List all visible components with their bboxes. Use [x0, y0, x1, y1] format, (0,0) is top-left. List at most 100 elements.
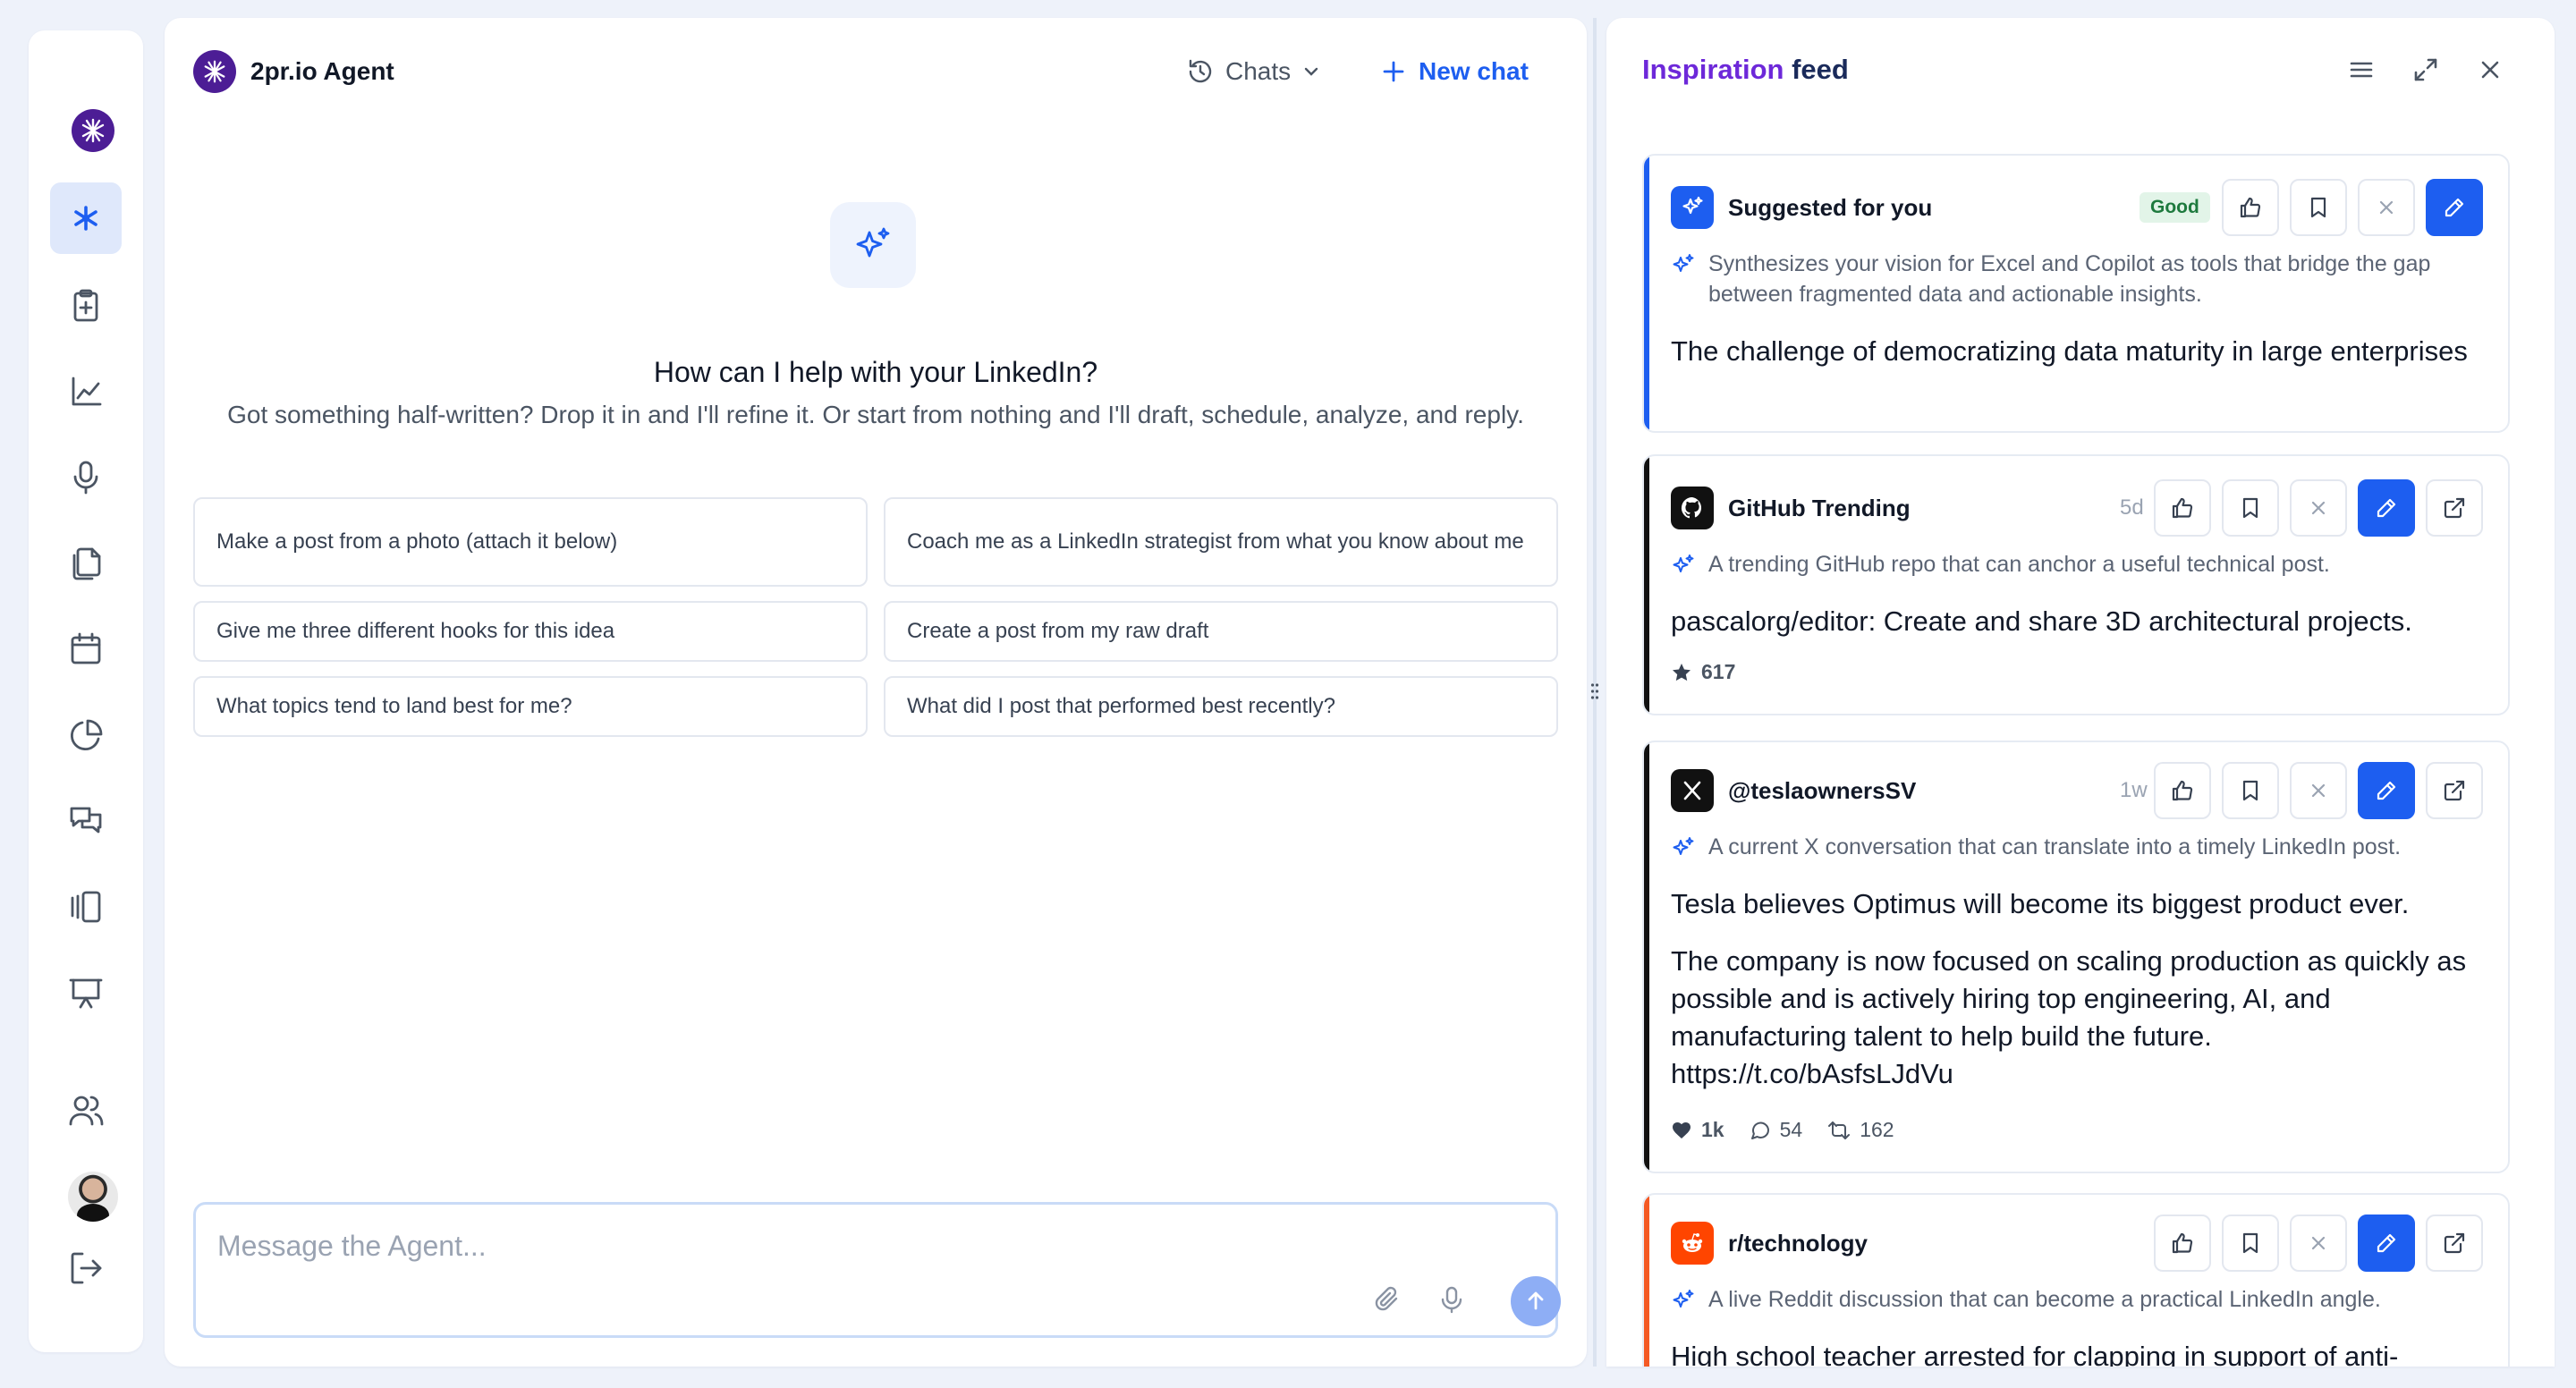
write-post-button[interactable] — [2358, 762, 2415, 819]
sparkles-icon — [1673, 1290, 1694, 1308]
feed-card: GitHub Trending 5d A trending GitHub rep… — [1642, 454, 2510, 715]
write-post-button[interactable] — [2426, 179, 2483, 236]
suggestion-chip[interactable]: Give me three different hooks for this i… — [193, 601, 868, 662]
sidebar-item-team[interactable] — [50, 1075, 122, 1147]
sidebar-item-analytics[interactable] — [50, 356, 122, 427]
voice-input-button[interactable] — [1434, 1282, 1470, 1317]
chevron-down-icon — [1304, 67, 1318, 76]
card-title: The challenge of democratizing data matu… — [1671, 335, 2468, 367]
open-external-button[interactable] — [2426, 479, 2483, 537]
suggestion-text: Give me three different hooks for this i… — [216, 619, 615, 643]
save-button[interactable] — [2222, 762, 2279, 819]
welcome-heading: How can I help with your LinkedIn? — [653, 356, 1098, 388]
menu-button[interactable] — [2342, 50, 2381, 89]
suggestion-text: Create a post from my raw draft — [907, 619, 1209, 643]
sidebar-item-messages[interactable] — [50, 785, 122, 857]
save-button[interactable] — [2222, 1214, 2279, 1272]
messages-icon — [70, 807, 102, 834]
suggestion-chip[interactable]: What did I post that performed best rece… — [884, 676, 1558, 737]
stars-stat: 617 — [1671, 660, 1735, 684]
chats-dropdown[interactable]: Chats — [1186, 54, 1321, 89]
save-button[interactable] — [2222, 479, 2279, 537]
card-reason: Synthesizes your vision for Excel and Co… — [1671, 249, 2485, 309]
like-button[interactable] — [2222, 179, 2279, 236]
card-stats: 617 — [1671, 660, 1735, 684]
card-title: pascalorg/editor: Create and share 3D ar… — [1671, 605, 2412, 637]
sidebar-item-drafts[interactable] — [50, 270, 122, 342]
chats-label: Chats — [1225, 57, 1292, 85]
line-chart-icon — [72, 377, 102, 406]
external-link-icon — [2444, 780, 2465, 801]
close-button[interactable] — [2470, 50, 2510, 89]
sidebar-item-reports[interactable] — [50, 699, 122, 771]
sidebar-item-carousels[interactable] — [50, 871, 122, 943]
inspiration-panel: Inspiration feed Suggested for you Good … — [1606, 18, 2555, 1367]
suggestion-text: Make a post from a photo (attach it belo… — [216, 529, 618, 554]
sidebar-item-presentations[interactable] — [50, 957, 122, 1028]
brand-logo[interactable] — [72, 109, 114, 152]
carousel-icon — [71, 891, 101, 923]
suggestion-text: What did I post that performed best rece… — [907, 694, 1335, 718]
brand-asterisk-icon — [81, 118, 105, 143]
card-source: Suggested for you — [1728, 194, 1933, 221]
like-button[interactable] — [2154, 1214, 2211, 1272]
write-post-button[interactable] — [2358, 479, 2415, 537]
repost-icon — [1828, 1121, 1851, 1139]
sidebar-item-logout[interactable] — [50, 1232, 122, 1304]
new-chat-button[interactable]: New chat — [1381, 54, 1529, 89]
inspiration-title: Inspiration feed — [1642, 52, 1849, 88]
thumbs-up-icon — [2172, 1232, 2193, 1254]
sidebar-item-agent[interactable] — [50, 182, 122, 254]
close-icon — [2311, 783, 2326, 798]
card-reason: A trending GitHub repo that can anchor a… — [1671, 549, 2485, 580]
expand-button[interactable] — [2406, 50, 2445, 89]
pencil-icon — [2377, 498, 2396, 518]
sparkles-icon — [1673, 254, 1694, 272]
bookmark-icon — [2242, 780, 2258, 801]
plus-icon — [1383, 61, 1404, 82]
like-button[interactable] — [2154, 479, 2211, 537]
pencil-icon — [2445, 198, 2464, 217]
close-icon — [2311, 501, 2326, 515]
message-input[interactable] — [217, 1226, 1380, 1265]
feed-card: Suggested for you Good Synthesizes your … — [1642, 154, 2510, 433]
sparkles-icon — [856, 227, 890, 258]
like-button[interactable] — [2154, 762, 2211, 819]
suggestion-text: What topics tend to land best for me? — [216, 694, 572, 718]
external-link-icon — [2444, 497, 2465, 519]
card-reason: A current X conversation that can transl… — [1671, 832, 2485, 862]
open-external-button[interactable] — [2426, 762, 2483, 819]
star-icon — [1673, 663, 1690, 681]
paperclip-icon — [1375, 1286, 1398, 1311]
card-title: High school teacher arrested for clappin… — [1671, 1341, 2399, 1367]
card-accent-bar — [1644, 742, 1649, 1172]
dismiss-button[interactable] — [2358, 179, 2415, 236]
x-logo-icon — [1671, 769, 1714, 812]
avatar[interactable] — [68, 1172, 118, 1222]
dismiss-button[interactable] — [2290, 479, 2347, 537]
save-button[interactable] — [2290, 179, 2347, 236]
suggestion-chip[interactable]: What topics tend to land best for me? — [193, 676, 868, 737]
write-post-button[interactable] — [2358, 1214, 2415, 1272]
reason-text: A live Reddit discussion that can become… — [1708, 1287, 2381, 1312]
dismiss-button[interactable] — [2290, 762, 2347, 819]
resize-handle[interactable] — [1589, 680, 1601, 703]
attach-button[interactable] — [1369, 1282, 1405, 1317]
suggestion-chip[interactable]: Make a post from a photo (attach it belo… — [193, 497, 868, 587]
card-accent-bar — [1644, 456, 1649, 714]
reason-text: A trending GitHub repo that can anchor a… — [1708, 552, 2330, 577]
reason-text: Synthesizes your vision for Excel and Co… — [1708, 251, 2431, 307]
send-button[interactable] — [1511, 1276, 1561, 1326]
agent-logo — [193, 50, 236, 93]
comment-icon — [1750, 1121, 1769, 1139]
sidebar-item-calendar[interactable] — [50, 614, 122, 685]
open-external-button[interactable] — [2426, 1214, 2483, 1272]
thumbs-up-icon — [2172, 497, 2193, 519]
suggestion-chip[interactable]: Create a post from my raw draft — [884, 601, 1558, 662]
dismiss-button[interactable] — [2290, 1214, 2347, 1272]
comments-stat: 54 — [1750, 1118, 1802, 1142]
sidebar-item-documents[interactable] — [50, 528, 122, 599]
close-icon — [2379, 200, 2394, 215]
suggestion-chip[interactable]: Coach me as a LinkedIn strategist from w… — [884, 497, 1558, 587]
sidebar-item-voice[interactable] — [50, 442, 122, 513]
